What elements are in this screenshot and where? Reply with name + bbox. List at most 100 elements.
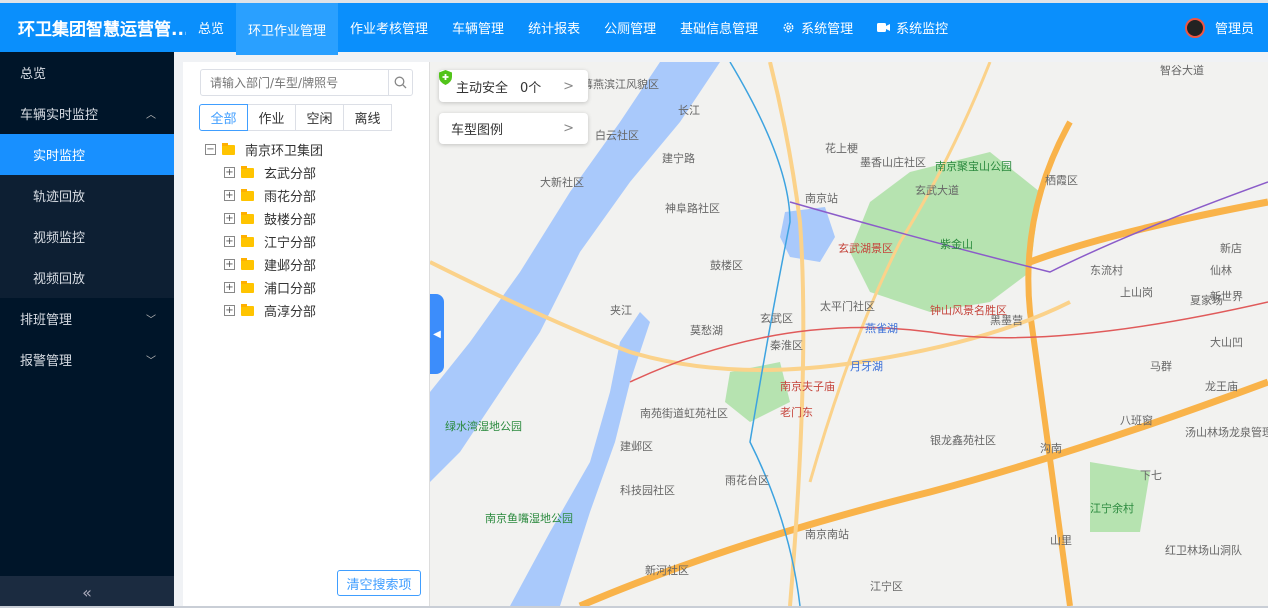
tree-node-label: 雨花分部 — [264, 190, 317, 205]
nav-label: 总览 — [198, 22, 225, 37]
map-label: 夹江 — [610, 304, 632, 317]
map-label: 红卫林场山洞队 — [1165, 544, 1242, 557]
collapse-sidebar-button[interactable]: « — [0, 576, 174, 608]
tab-offline[interactable]: 离线 — [343, 104, 392, 131]
nav-sanitation-ops[interactable]: 环卫作业管理 — [236, 3, 339, 55]
expand-icon[interactable]: + — [224, 305, 235, 316]
tree-node-root[interactable]: − 南京环卫集团 — [205, 138, 323, 161]
map-label: 黑墨营 — [990, 314, 1023, 327]
expand-icon[interactable]: + — [224, 167, 235, 178]
tree-node[interactable]: + 玄武分部 — [205, 161, 323, 184]
map-label: 龙王庙 — [1205, 380, 1238, 393]
nav-system-monitor[interactable]: 系统监控 — [865, 3, 960, 52]
chevron-down-icon: ﹀ — [146, 356, 156, 367]
map-label: 建邺区 — [620, 440, 653, 453]
caret-left-icon: ◀ — [433, 328, 441, 340]
map-label: 白云社区 — [595, 129, 639, 142]
tree-node[interactable]: + 鼓楼分部 — [205, 207, 323, 230]
expand-icon[interactable]: + — [224, 259, 235, 270]
sidebar-item-scheduling[interactable]: 排班管理 ﹀ — [0, 298, 174, 339]
nav-label: 统计报表 — [528, 22, 581, 37]
map-label: 南苑街道虹苑社区 — [640, 407, 728, 420]
sidebar-item-realtime[interactable]: 实时监控 — [0, 134, 174, 175]
chevron-down-icon: ﹀ — [146, 315, 156, 326]
map-label: 老门东 — [780, 406, 813, 419]
collapse-icon[interactable]: − — [205, 144, 216, 155]
active-safety-card[interactable]: 主动安全 0个 > — [439, 70, 588, 102]
nav-overview[interactable]: 总览 — [186, 3, 236, 52]
nav-assessment[interactable]: 作业考核管理 — [338, 3, 440, 52]
folder-icon — [241, 280, 254, 293]
tree-node-label: 浦口分部 — [264, 282, 317, 297]
map-label: 马群 — [1150, 360, 1172, 373]
nav-label: 公厕管理 — [604, 22, 657, 37]
map-label: 紫金山 — [940, 238, 973, 251]
tree-node[interactable]: + 雨花分部 — [205, 184, 323, 207]
map-label: 莫愁湖 — [690, 324, 723, 337]
nav-toilets[interactable]: 公厕管理 — [592, 3, 668, 52]
tree-node[interactable]: + 建邺分部 — [205, 253, 323, 276]
nav-label: 系统监控 — [896, 22, 949, 37]
map-label: 绿水湾湿地公园 — [445, 420, 522, 433]
tree-node[interactable]: + 高淳分部 — [205, 299, 323, 322]
map-label: 栖霞区 — [1045, 174, 1078, 187]
sidebar-item-alarms[interactable]: 报警管理 ﹀ — [0, 339, 174, 380]
map-label: 建宁路 — [662, 152, 695, 165]
search-input[interactable] — [201, 70, 388, 95]
expand-icon[interactable]: + — [224, 236, 235, 247]
sidebar-item-label: 车辆实时监控 — [20, 108, 99, 123]
vehicle-legend-label: 车型图例 — [451, 123, 504, 138]
search-button[interactable] — [388, 70, 412, 95]
map-label: 玄武区 — [760, 312, 793, 325]
map-label: 上山岗 — [1120, 286, 1153, 299]
map-label: 下七 — [1140, 469, 1162, 482]
map-label: 新河社区 — [645, 564, 689, 577]
map-label: 月牙湖 — [850, 360, 883, 373]
tree-node-label: 建邺分部 — [264, 259, 317, 274]
nav-label: 作业考核管理 — [350, 22, 429, 37]
map-label: 江宁余村 — [1090, 502, 1134, 515]
nav-label: 基础信息管理 — [680, 22, 759, 37]
map-label: 八班窗 — [1120, 414, 1153, 427]
vehicle-legend-card[interactable]: 车型图例 > — [439, 113, 588, 144]
map-label: 南京站 — [805, 192, 838, 205]
camera-icon — [877, 23, 891, 32]
map-label: 花上梗 — [825, 142, 858, 155]
top-header: 环卫集团智慧运营管... 总览 环卫作业管理 作业考核管理 车辆管理 统计报表 … — [0, 3, 1268, 55]
sidebar-item-vehicle-monitor[interactable]: 车辆实时监控 ︿ — [0, 93, 174, 134]
sidebar-item-video-playback[interactable]: 视频回放 — [0, 257, 174, 298]
clear-search-button[interactable]: 清空搜索项 — [337, 570, 421, 596]
expand-icon[interactable]: + — [224, 190, 235, 201]
nav-label: 车辆管理 — [452, 22, 505, 37]
search-box — [200, 69, 413, 96]
nav-label: 系统管理 — [801, 22, 854, 37]
map-label: 东流村 — [1090, 264, 1123, 277]
sidebar-item-overview[interactable]: 总览 — [0, 52, 174, 93]
tree-node-label: 高淳分部 — [264, 305, 317, 320]
tree-node[interactable]: + 浦口分部 — [205, 276, 323, 299]
map-label: 南京聚宝山公园 — [935, 160, 1012, 173]
map-label: 燕雀湖 — [865, 322, 898, 335]
expand-icon[interactable]: + — [224, 282, 235, 293]
tab-idle[interactable]: 空闲 — [295, 104, 344, 131]
map-label: 玄武湖景区 — [838, 242, 893, 255]
sidebar-item-label: 总览 — [20, 67, 47, 82]
map-label: 大山凹 — [1210, 336, 1243, 349]
user-menu[interactable]: 管理员 — [1184, 3, 1254, 52]
sidebar-item-video-monitor[interactable]: 视频监控 — [0, 216, 174, 257]
nav-basic-info[interactable]: 基础信息管理 — [668, 3, 770, 52]
toggle-panel-button[interactable]: ◀ — [430, 294, 444, 374]
tree-node[interactable]: + 江宁分部 — [205, 230, 323, 253]
nav-vehicles[interactable]: 车辆管理 — [440, 3, 516, 52]
nav-reports[interactable]: 统计报表 — [516, 3, 592, 52]
tree-node-label: 南京环卫集团 — [245, 144, 324, 159]
tab-all[interactable]: 全部 — [199, 104, 248, 131]
shield-plus-icon — [439, 70, 452, 85]
expand-icon[interactable]: + — [224, 213, 235, 224]
sidebar-item-label: 排班管理 — [20, 313, 73, 328]
vehicle-tree-panel: 全部 作业 空闲 离线 − 南京环卫集团 + 玄武分部 + 雨花分部 + 鼓楼分部 + 江宁分… — [183, 62, 430, 606]
sidebar-item-track-playback[interactable]: 轨迹回放 — [0, 175, 174, 216]
tab-working[interactable]: 作业 — [247, 104, 296, 131]
nav-system-admin[interactable]: 系统管理 — [770, 3, 865, 52]
map-view[interactable]: 南京幕燕滨江风貌区 智谷大道 大新社区 南京站 玄武湖景区 紫金山 钟山风景名胜区 鼓楼区 玄武… — [430, 62, 1268, 606]
